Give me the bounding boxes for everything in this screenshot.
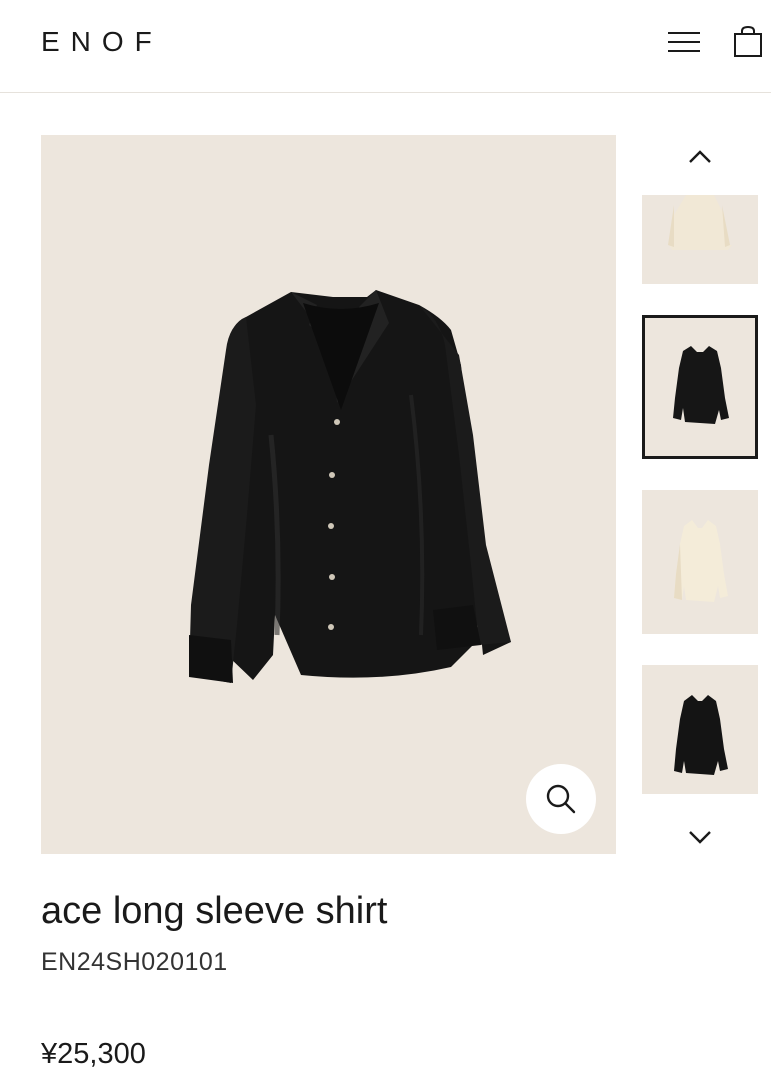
site-header: ENOF xyxy=(0,0,771,93)
black-shirt-thumbnail xyxy=(674,695,728,775)
product-code: EN24SH020101 xyxy=(41,948,228,976)
black-shirt-thumbnail xyxy=(673,346,729,424)
product-price: ¥25,300 xyxy=(41,1038,146,1070)
shirt-illustration xyxy=(189,290,511,683)
thumbnail-black-2[interactable] xyxy=(642,665,758,794)
thumbnail-ivory-1[interactable] xyxy=(642,195,758,284)
ivory-shirt-thumbnail xyxy=(668,195,732,250)
magnifier-icon xyxy=(546,784,576,814)
chevron-down-icon[interactable] xyxy=(680,820,720,854)
shopping-bag-icon[interactable] xyxy=(731,25,765,59)
thumbnail-black-selected[interactable] xyxy=(642,315,758,459)
product-title: ace long sleeve shirt xyxy=(41,890,388,932)
ivory-shirt-thumbnail xyxy=(674,520,728,602)
chevron-up-icon[interactable] xyxy=(680,140,720,174)
thumbnail-ivory-2[interactable] xyxy=(642,490,758,634)
zoom-button[interactable] xyxy=(526,764,596,834)
main-product-image[interactable] xyxy=(41,135,616,854)
hamburger-menu-icon[interactable] xyxy=(665,27,703,57)
brand-logo[interactable]: ENOF xyxy=(41,26,163,58)
